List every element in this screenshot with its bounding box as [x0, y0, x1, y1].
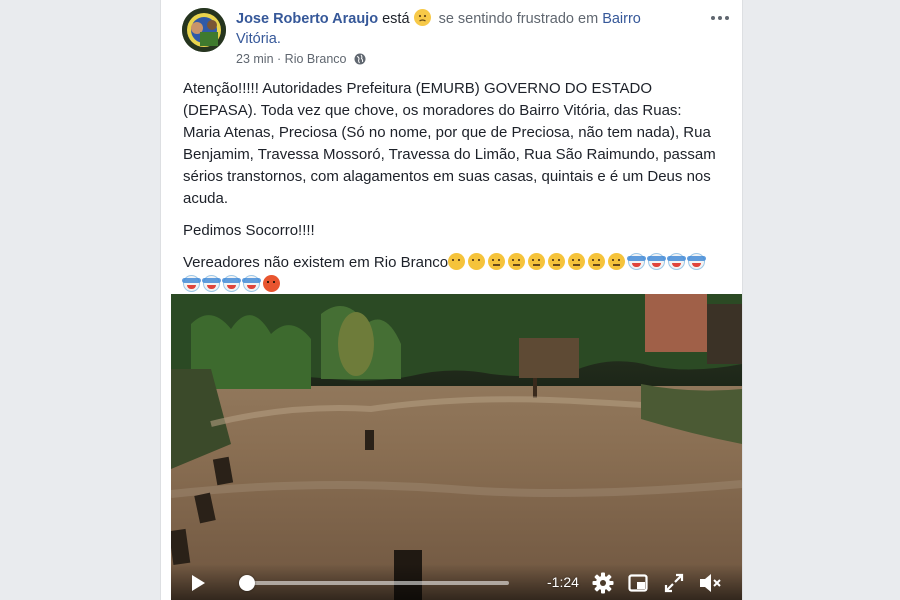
- settings-gear-icon[interactable]: [592, 572, 614, 599]
- avatar[interactable]: [182, 8, 226, 52]
- post-paragraph-last: Vereadores não existem em Rio Branco: [182, 252, 723, 296]
- triumph-emoji-icon: [608, 253, 626, 270]
- post-paragraph: Atenção!!!!! Autoridades Prefeitura (EMU…: [183, 80, 716, 207]
- feeling-emoji-icon: [413, 9, 431, 26]
- video-controls: -1:24: [171, 564, 742, 600]
- angry-emoji-icon: [263, 275, 280, 292]
- seek-handle[interactable]: [239, 575, 256, 591]
- seek-bar[interactable]: [239, 575, 509, 591]
- post-time[interactable]: 23 min: [236, 52, 274, 66]
- post-card: Jose Roberto Araujo está se sentindo fru…: [160, 0, 743, 600]
- time-remaining: -1:24: [547, 574, 579, 590]
- triumph-emoji-icon: [528, 253, 546, 270]
- feeling-text: se sentindo frustrado em: [438, 11, 599, 27]
- clown-emoji-icon: [627, 253, 647, 270]
- clown-emoji-icon: [202, 275, 221, 292]
- clown-emoji-icon: [182, 275, 201, 292]
- play-icon[interactable]: [189, 574, 207, 597]
- post-paragraph-text: Vereadores não existem em Rio Branco: [183, 254, 449, 271]
- clown-emoji-icon: [222, 275, 241, 292]
- fullscreen-icon[interactable]: [664, 573, 684, 598]
- worried-emoji-icon: [448, 253, 466, 270]
- post-body: Atenção!!!!! Autoridades Prefeitura (EMU…: [182, 78, 723, 306]
- author-name[interactable]: Jose Roberto Araujo: [236, 11, 378, 27]
- picture-in-picture-icon[interactable]: [628, 573, 648, 598]
- post-meta: 23 min · Rio Branco: [236, 52, 366, 68]
- triumph-emoji-icon: [488, 253, 506, 270]
- feeling-prefix: está: [382, 11, 410, 27]
- clown-emoji-icon: [667, 253, 687, 270]
- post-location[interactable]: Rio Branco: [285, 52, 347, 66]
- clown-emoji-icon: [647, 253, 667, 270]
- clown-emoji-icon: [687, 253, 707, 270]
- triumph-emoji-icon: [508, 253, 526, 270]
- more-options-icon[interactable]: [708, 8, 732, 28]
- triumph-emoji-icon: [548, 253, 566, 270]
- volume-muted-icon[interactable]: [698, 572, 722, 599]
- clown-emoji-icon: [242, 275, 261, 292]
- meta-separator: ·: [277, 52, 282, 66]
- video-frame-image: [171, 294, 742, 600]
- globe-icon: [354, 53, 366, 68]
- triumph-emoji-icon: [588, 253, 606, 270]
- post-paragraph: Pedimos Socorro!!!!: [183, 222, 315, 239]
- video-player[interactable]: -1:24: [171, 294, 742, 600]
- post-header: Jose Roberto Araujo está se sentindo fru…: [236, 9, 676, 49]
- triumph-emoji-icon: [568, 253, 586, 270]
- avatar-image: [182, 8, 226, 52]
- thinking-emoji-icon: [468, 253, 486, 270]
